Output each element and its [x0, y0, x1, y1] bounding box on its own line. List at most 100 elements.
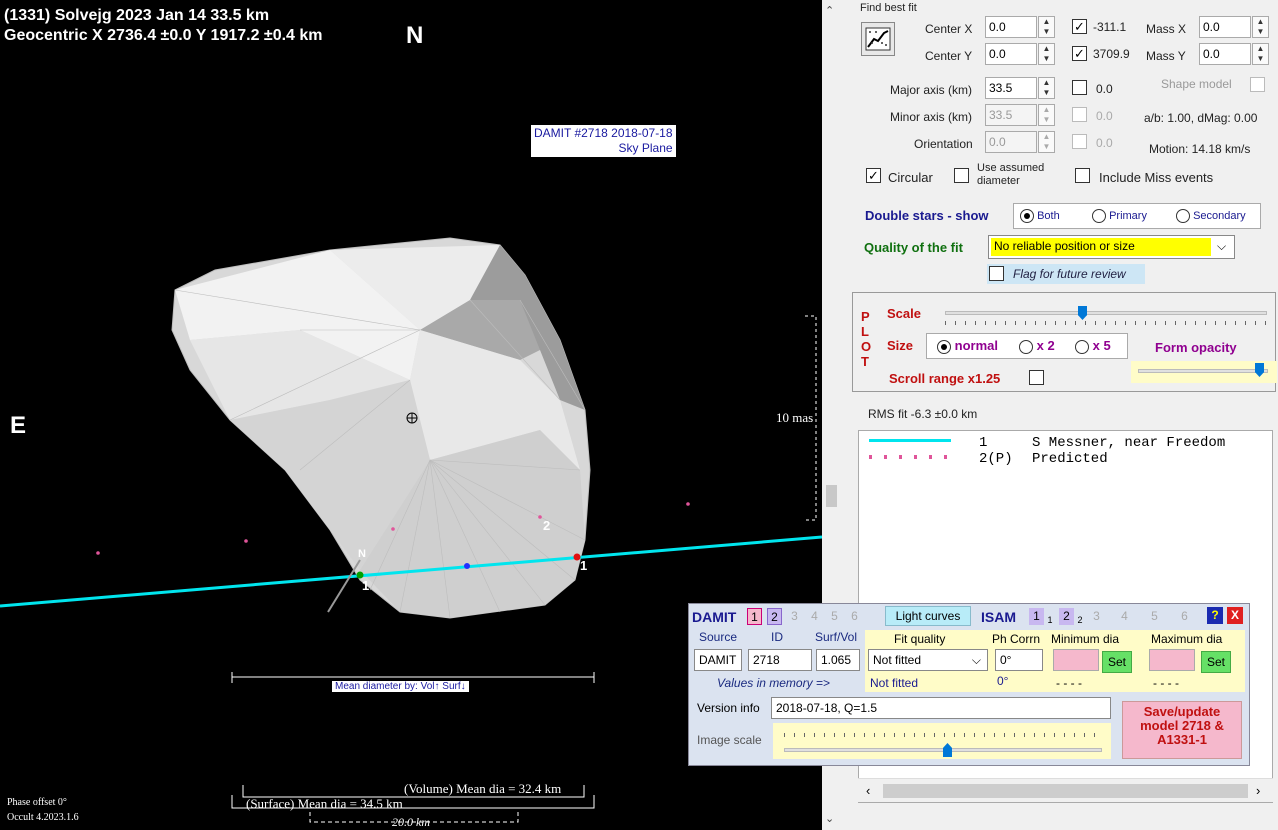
- fit-quality-value: Not fitted: [873, 653, 922, 667]
- shape-model-checkbox[interactable]: [1250, 77, 1265, 92]
- memory-min-dia: - - - -: [1056, 676, 1082, 690]
- legend-horizontal-scrollbar[interactable]: ‹ ›: [858, 778, 1273, 802]
- circular-checkbox[interactable]: ✓: [866, 168, 881, 183]
- scale-slider-thumb[interactable]: [1078, 306, 1087, 320]
- damit-model-5[interactable]: 5: [827, 608, 842, 625]
- scroll-left-icon[interactable]: ‹: [866, 783, 870, 798]
- legend-line-2: [869, 455, 951, 459]
- flag-review-label: Flag for future review: [1013, 267, 1126, 281]
- memory-max-dia: - - - -: [1153, 676, 1179, 690]
- flag-review-box: Flag for future review: [987, 264, 1145, 284]
- scroll-range-checkbox[interactable]: [1029, 370, 1044, 385]
- volume-mean-dia: (Volume) Mean dia = 32.4 km: [404, 781, 562, 796]
- mass-x-input[interactable]: 0.0: [1199, 16, 1251, 38]
- minor-axis-checkbox[interactable]: [1072, 107, 1087, 122]
- mean-dia-by-label: Mean diameter by: Vol↑ Surf↓: [332, 681, 469, 692]
- min-dia-set-button[interactable]: Set: [1102, 651, 1132, 673]
- min-dia-field[interactable]: [1053, 649, 1099, 671]
- isam-model-6[interactable]: 6: [1177, 608, 1192, 625]
- use-assumed-checkbox[interactable]: [954, 168, 969, 183]
- orientation-label: Orientation: [914, 137, 973, 151]
- center-y-input[interactable]: 0.0: [985, 43, 1037, 65]
- mass-x-spinner[interactable]: ▲ ▼: [1252, 16, 1269, 38]
- surf-vol-field[interactable]: 1.065: [816, 649, 860, 671]
- surf-vol-header: Surf/Vol: [815, 630, 858, 644]
- isam-model-2[interactable]: 2: [1059, 608, 1074, 625]
- major-axis-checkbox[interactable]: [1072, 80, 1087, 95]
- ab-info: a/b: 1.00, dMag: 0.00: [1144, 111, 1258, 125]
- damit-model-2[interactable]: 2: [767, 608, 782, 625]
- version-info-field[interactable]: 2018-07-18, Q=1.5: [771, 697, 1111, 719]
- hscroll-thumb[interactable]: [883, 784, 1248, 798]
- legend-text-1: S Messner, near Freedom: [1032, 435, 1226, 451]
- shape-model-label: Shape model: [1161, 77, 1232, 91]
- scroll-up-icon[interactable]: ⌃: [825, 4, 834, 17]
- major-axis-spinner[interactable]: ▲ ▼: [1038, 77, 1055, 99]
- close-icon[interactable]: X: [1227, 607, 1243, 624]
- chevron-down-icon: ⌵: [1217, 239, 1227, 253]
- quality-label: Quality of the fit: [864, 240, 963, 255]
- light-curves-button[interactable]: Light curves: [885, 606, 971, 626]
- form-opacity-slider[interactable]: [1138, 369, 1268, 373]
- isam-model-4[interactable]: 4: [1117, 608, 1132, 625]
- flag-review-checkbox[interactable]: [989, 266, 1004, 281]
- scroll-down-icon[interactable]: ⌄: [825, 812, 834, 825]
- motion-info: Motion: 14.18 km/s: [1149, 142, 1251, 156]
- image-scale-ticks: [784, 733, 1102, 737]
- radio-secondary[interactable]: Secondary: [1176, 209, 1246, 223]
- mass-y-spinner[interactable]: ▲ ▼: [1252, 43, 1269, 65]
- max-dia-set-button[interactable]: Set: [1201, 651, 1231, 673]
- find-best-fit-button[interactable]: [861, 22, 895, 56]
- orientation-checkbox[interactable]: [1072, 134, 1087, 149]
- isam-model-3[interactable]: 3: [1089, 608, 1104, 625]
- damit-model-3[interactable]: 3: [787, 608, 802, 625]
- center-x-input[interactable]: 0.0: [985, 16, 1037, 38]
- center-y-spinner[interactable]: ▲ ▼: [1038, 43, 1055, 65]
- form-opacity-label: Form opacity: [1155, 340, 1237, 355]
- radio-x5[interactable]: x 5: [1075, 338, 1111, 354]
- radio-x2[interactable]: x 2: [1019, 338, 1055, 354]
- id-field[interactable]: 2718: [748, 649, 812, 671]
- help-icon[interactable]: ?: [1207, 607, 1223, 624]
- include-miss-label: Include Miss events: [1099, 170, 1214, 185]
- center-x-spinner[interactable]: ▲ ▼: [1038, 16, 1055, 38]
- radio-primary[interactable]: Primary: [1092, 209, 1147, 223]
- center-y-label: Center Y: [925, 49, 973, 63]
- isam-model-5[interactable]: 5: [1147, 608, 1162, 625]
- image-scale-label: Image scale: [697, 733, 762, 747]
- source-field[interactable]: DAMIT: [694, 649, 742, 671]
- north-label: N: [406, 22, 424, 49]
- center-x-label: Center X: [925, 22, 973, 36]
- save-update-button[interactable]: Save/update model 2718 & A1331-1: [1122, 701, 1242, 759]
- radio-both[interactable]: Both: [1020, 209, 1060, 223]
- minor-axis-label: Minor axis (km): [890, 110, 973, 124]
- fit-grid-icon: [865, 27, 891, 51]
- scroll-right-icon[interactable]: ›: [1256, 783, 1260, 798]
- include-miss-checkbox[interactable]: [1075, 168, 1090, 183]
- minor-axis-spinner[interactable]: ▲ ▼: [1038, 104, 1055, 126]
- plot-header-line2: Geocentric X 2736.4 ±0.0 Y 1917.2 ±0.4 k…: [4, 27, 323, 44]
- damit-model-line2: Sky Plane: [618, 141, 673, 155]
- damit-model-4[interactable]: 4: [807, 608, 822, 625]
- isam-model-2-sub: 2: [1077, 615, 1083, 625]
- chord-2-label: 2: [543, 518, 551, 533]
- scroll-thumb[interactable]: [826, 485, 837, 507]
- ph-corr-field[interactable]: 0°: [995, 649, 1043, 671]
- damit-model-6[interactable]: 6: [847, 608, 862, 625]
- orientation-input[interactable]: 0.0: [985, 131, 1037, 153]
- center-y-checkbox[interactable]: ✓: [1072, 46, 1087, 61]
- damit-model-1[interactable]: 1: [747, 608, 762, 625]
- scale-slider[interactable]: [945, 311, 1267, 315]
- image-scale-box: [773, 723, 1111, 759]
- orientation-spinner[interactable]: ▲ ▼: [1038, 131, 1055, 153]
- max-dia-field[interactable]: [1149, 649, 1195, 671]
- mass-y-input[interactable]: 0.0: [1199, 43, 1251, 65]
- minor-axis-input[interactable]: 33.5: [985, 104, 1037, 126]
- center-x-checkbox[interactable]: ✓: [1072, 19, 1087, 34]
- orient-check-value: 0.0: [1096, 136, 1113, 150]
- major-axis-input[interactable]: 33.5: [985, 77, 1037, 99]
- radio-normal[interactable]: normal: [937, 338, 998, 354]
- isam-model-1[interactable]: 1: [1029, 608, 1044, 625]
- fit-quality-select[interactable]: Not fitted ⌵: [868, 649, 988, 671]
- quality-dropdown[interactable]: No reliable position or size ⌵: [988, 235, 1235, 259]
